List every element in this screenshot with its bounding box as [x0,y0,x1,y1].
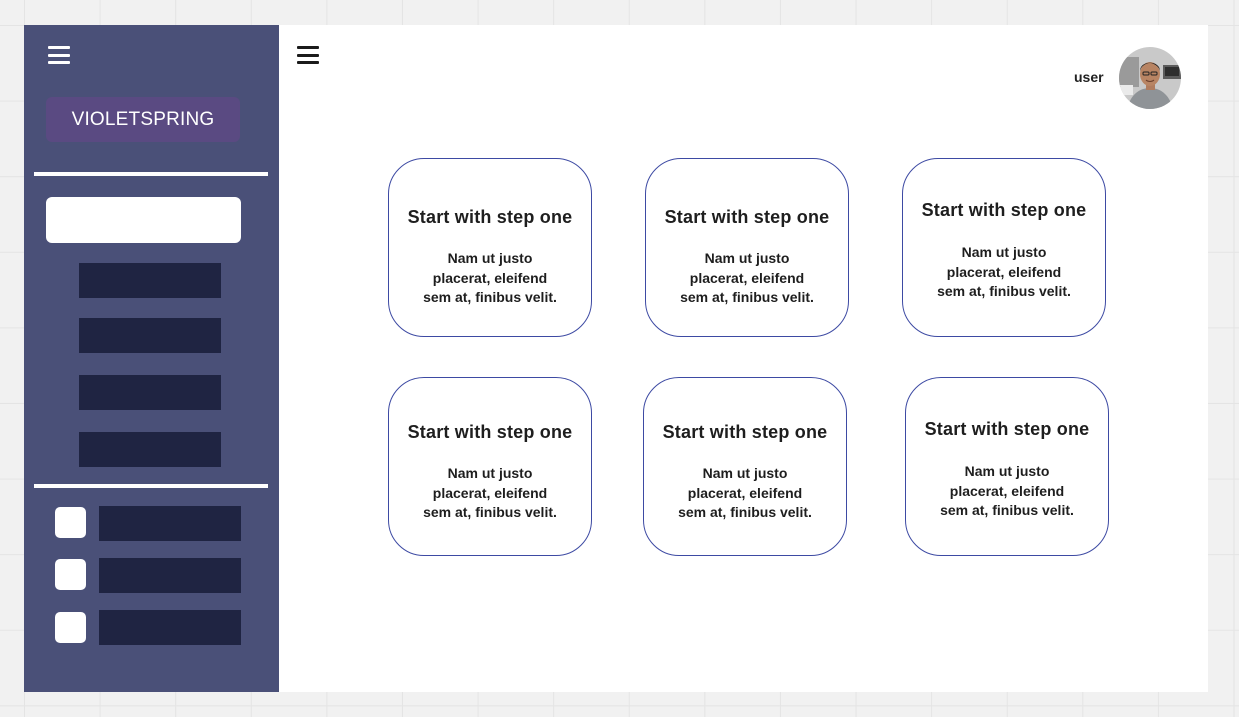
step-card[interactable]: Start with step one Nam ut justo placera… [905,377,1109,556]
sidebar-divider [34,172,268,176]
card-body: Nam ut justo placerat, eleifend sem at, … [678,465,812,520]
sidebar-nav-item[interactable] [79,318,221,353]
user-name: user [1074,69,1104,85]
card-body: Nam ut justo placerat, eleifend sem at, … [680,250,814,305]
checkbox-label[interactable] [99,610,241,645]
checkbox[interactable] [55,559,86,590]
checkbox[interactable] [55,612,86,643]
card-body: Nam ut justo placerat, eleifend sem at, … [423,250,557,305]
card-title: Start with step one [921,200,1087,220]
step-card[interactable]: Start with step one Nam ut justo placera… [645,158,849,337]
step-card[interactable]: Start with step one Nam ut justo placera… [643,377,847,556]
sidebar: VIOLETSPRING [24,25,279,692]
card-title: Start with step one [407,207,573,227]
sidebar-nav-item[interactable] [79,432,221,467]
hamburger-icon[interactable] [297,46,319,64]
sidebar-nav-item[interactable] [79,375,221,410]
search-input[interactable] [46,197,241,243]
card-body: Nam ut justo placerat, eleifend sem at, … [940,463,1074,518]
card-title: Start with step one [924,419,1090,439]
card-body: Nam ut justo placerat, eleifend sem at, … [937,244,1071,299]
step-card[interactable]: Start with step one Nam ut justo placera… [388,377,592,556]
step-card[interactable]: Start with step one Nam ut justo placera… [388,158,592,337]
sidebar-nav-item[interactable] [79,263,221,298]
checkbox[interactable] [55,507,86,538]
card-title: Start with step one [407,422,573,442]
hamburger-icon[interactable] [48,46,70,64]
step-card[interactable]: Start with step one Nam ut justo placera… [902,158,1106,337]
card-body: Nam ut justo placerat, eleifend sem at, … [423,465,557,520]
brand-button[interactable]: VIOLETSPRING [46,97,240,142]
avatar[interactable] [1119,47,1181,109]
app-window: VIOLETSPRING user Start with step one Na… [24,25,1208,692]
card-title: Start with step one [664,207,830,227]
sidebar-divider [34,484,268,488]
card-title: Start with step one [662,422,828,442]
checkbox-label[interactable] [99,506,241,541]
checkbox-label[interactable] [99,558,241,593]
